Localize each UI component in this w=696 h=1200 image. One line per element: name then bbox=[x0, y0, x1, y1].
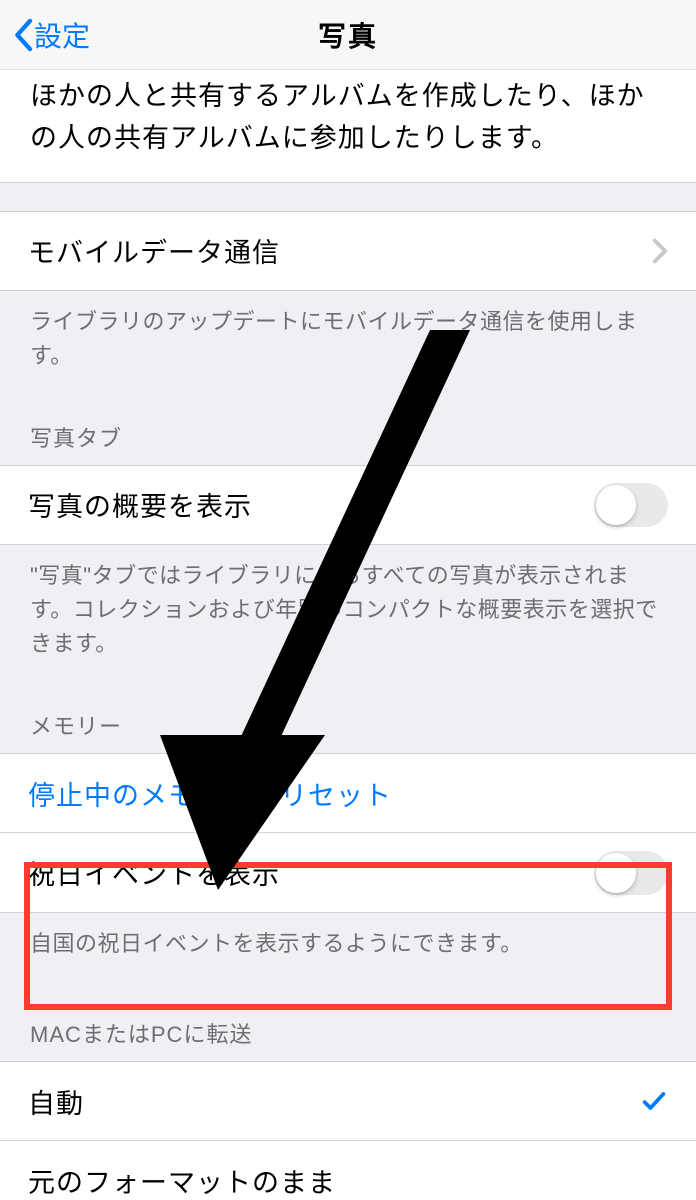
memories-desc: 自国の祝日イベントを表示するようにできます。 bbox=[0, 913, 696, 981]
cellular-data-cell[interactable]: モバイルデータ通信 bbox=[0, 211, 696, 291]
shared-albums-trailing-text: ほかの人と共有するアルバムを作成したり、ほかの人の共有アルバムに参加したりします… bbox=[0, 70, 696, 183]
cellular-data-desc: ライブラリのアップデートにモバイルデータ通信を使用します。 bbox=[0, 291, 696, 393]
holiday-events-cell[interactable]: 祝日イベントを表示 bbox=[0, 833, 696, 913]
chevron-left-icon bbox=[12, 18, 34, 52]
reset-memories-label: 停止中のメモリーをリセット bbox=[28, 774, 668, 813]
nav-bar: 設定 写真 bbox=[0, 0, 696, 70]
transfer-original-label: 元のフォーマットのまま bbox=[28, 1161, 668, 1200]
checkmark-icon bbox=[640, 1087, 668, 1115]
chevron-right-icon bbox=[652, 238, 668, 264]
page-title: 写真 bbox=[318, 15, 378, 55]
reset-memories-cell[interactable]: 停止中のメモリーをリセット bbox=[0, 753, 696, 833]
photos-tab-header: 写真タブ bbox=[0, 393, 696, 465]
photos-tab-desc: "写真"タブではライブラリにあるすべての写真が表示されます。コレクションおよび年… bbox=[0, 545, 696, 681]
back-button[interactable]: 設定 bbox=[12, 15, 90, 55]
memories-header: メモリー bbox=[0, 681, 696, 753]
summarize-photos-cell[interactable]: 写真の概要を表示 bbox=[0, 465, 696, 545]
cellular-data-label: モバイルデータ通信 bbox=[28, 231, 652, 270]
holiday-events-label: 祝日イベントを表示 bbox=[28, 853, 594, 892]
holiday-events-switch[interactable] bbox=[594, 851, 668, 895]
transfer-header: MACまたはPCに転送 bbox=[0, 981, 696, 1061]
transfer-auto-cell[interactable]: 自動 bbox=[0, 1061, 696, 1141]
transfer-original-cell[interactable]: 元のフォーマットのまま bbox=[0, 1141, 696, 1200]
transfer-auto-label: 自動 bbox=[28, 1082, 640, 1121]
back-label: 設定 bbox=[34, 15, 90, 55]
summarize-photos-label: 写真の概要を表示 bbox=[28, 485, 594, 524]
summarize-photos-switch[interactable] bbox=[594, 483, 668, 527]
